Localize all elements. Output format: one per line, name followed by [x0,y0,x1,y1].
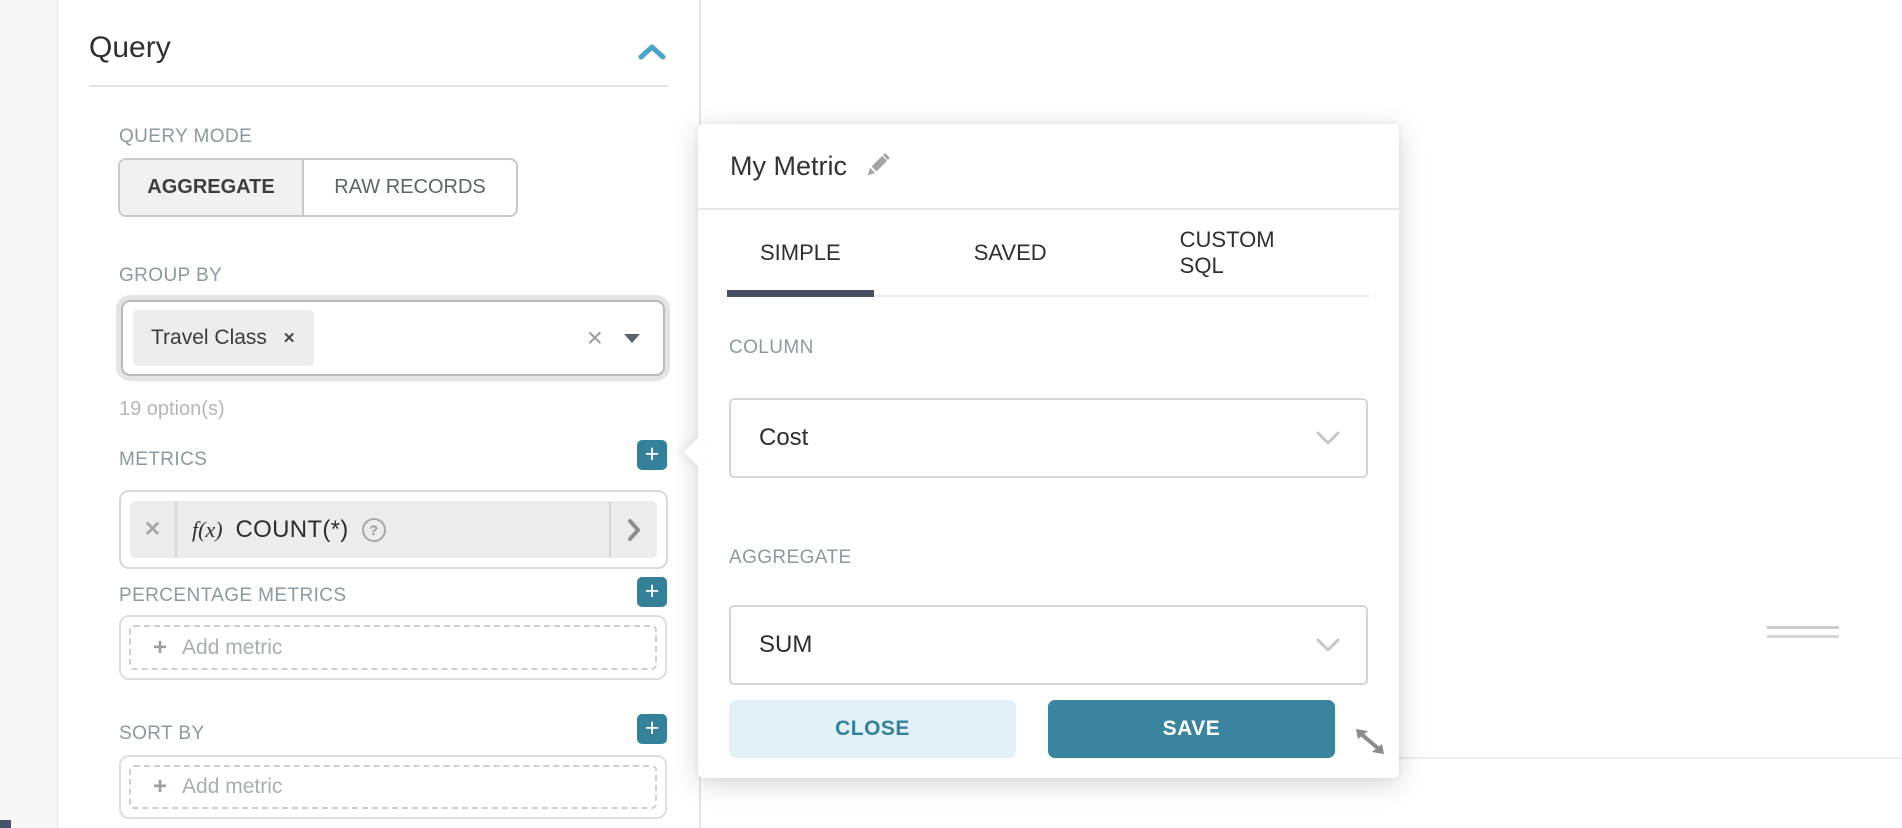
sort-by-add-box[interactable]: + Add metric [119,755,667,819]
tab-saved[interactable]: SAVED [941,210,1080,295]
chart-builder-screen: Query QUERY MODE AGGREGATE RAW RECORDS G… [0,0,1902,828]
add-metric-placeholder: Add metric [182,636,282,660]
metrics-label: METRICS [119,449,207,471]
section-divider [89,85,668,87]
metric-pill: ✕ f(x) COUNT(*) ? [119,490,668,569]
plus-icon: + [645,442,660,467]
query-mode-toggle: AGGREGATE RAW RECORDS [118,158,518,217]
metric-body[interactable]: f(x) COUNT(*) ? [177,501,609,558]
popover-header: My Metric [698,124,1399,210]
x-icon: ✕ [144,517,162,542]
metric-title: My Metric [730,151,847,182]
help-icon: ? [362,518,386,542]
query-mode-aggregate-button[interactable]: AGGREGATE [120,160,304,215]
group-by-tag: Travel Class ✕ [133,310,314,366]
column-select[interactable]: Cost [729,398,1368,478]
chevron-down-icon [1316,431,1340,445]
add-metric-placeholder: Add metric [182,775,282,799]
left-rail [0,0,58,828]
group-by-label: GROUP BY [119,265,222,287]
sort-by-label: SORT BY [119,723,205,745]
bottom-left-corner-fragment [0,820,11,828]
plus-icon: + [645,716,660,741]
tab-custom-sql[interactable]: CUSTOM SQL [1147,210,1308,295]
plus-icon: + [153,775,167,799]
percentage-metrics-add-box[interactable]: + Add metric [119,615,667,680]
panel-drag-handle[interactable] [1767,626,1839,644]
aggregate-label: AGGREGATE [729,547,852,569]
chevron-right-icon [627,518,641,542]
add-sort-by-plus-button[interactable]: + [637,714,667,744]
column-select-value: Cost [759,424,808,452]
clear-selection-icon[interactable]: × [587,324,603,352]
add-percentage-metric-plus-button[interactable]: + [637,577,667,607]
chevron-down-icon [1316,638,1340,652]
plus-icon: + [153,636,167,660]
function-icon: f(x) [192,517,223,543]
group-by-tag-label: Travel Class [151,326,267,350]
group-by-options-count: 19 option(s) [119,398,225,421]
metric-name: COUNT(*) [236,516,349,544]
dropdown-caret-icon[interactable] [623,333,641,344]
popover-arrow [684,438,712,466]
query-section-title: Query [89,28,171,68]
metric-edit-popover: My Metric SIMPLE SAVED CUSTOM SQL COLUMN… [698,124,1399,778]
percentage-metrics-label: PERCENTAGE METRICS [119,585,346,607]
aggregate-select[interactable]: SUM [729,605,1368,685]
metric-popover-tabs: SIMPLE SAVED CUSTOM SQL [727,210,1370,297]
plus-icon: + [645,579,660,604]
tab-simple[interactable]: SIMPLE [727,210,874,295]
query-mode-label: QUERY MODE [119,126,252,148]
metric-remove-button[interactable]: ✕ [130,501,177,558]
save-button[interactable]: SAVE [1048,700,1335,758]
edit-pencil-icon[interactable] [863,153,890,180]
remove-tag-icon[interactable]: ✕ [283,329,296,347]
close-button[interactable]: CLOSE [729,700,1016,758]
collapse-section-button[interactable] [632,36,672,68]
query-mode-raw-records-button[interactable]: RAW RECORDS [304,160,516,215]
add-metric-plus-button[interactable]: + [637,440,667,470]
popover-resize-icon[interactable] [1354,728,1386,760]
column-label: COLUMN [729,337,814,359]
aggregate-select-value: SUM [759,631,812,659]
metric-expand-button[interactable] [609,501,657,558]
group-by-select[interactable]: Travel Class ✕ × [121,300,665,376]
chevron-up-icon [638,44,666,60]
